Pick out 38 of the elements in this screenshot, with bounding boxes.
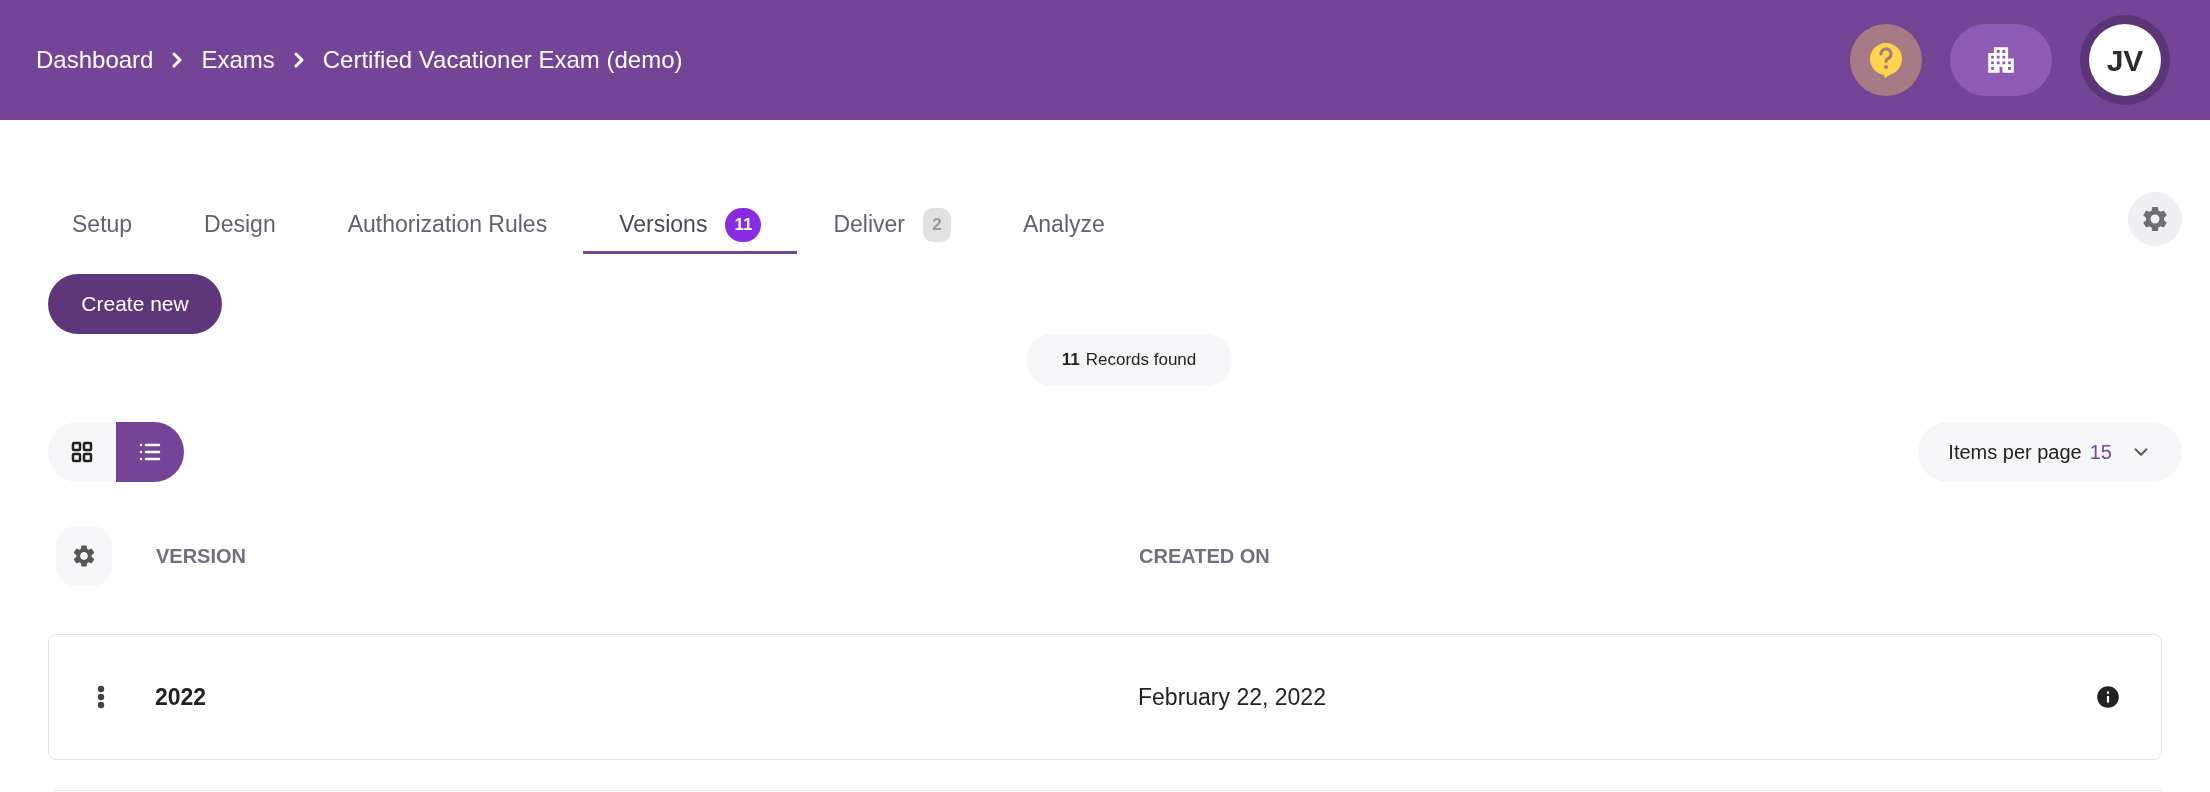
column-header: CREATED ON xyxy=(1139,544,1270,569)
column-header: VERSION xyxy=(156,544,248,569)
grid-icon xyxy=(70,440,94,464)
settings-icon xyxy=(2140,204,2170,234)
tab[interactable]: Deliver 2 xyxy=(797,198,987,254)
list-view-button[interactable] xyxy=(116,422,184,482)
tab[interactable]: Analyze xyxy=(986,198,1141,254)
tab-label: Authorization Rules xyxy=(347,210,548,240)
info-icon[interactable] xyxy=(2095,684,2121,710)
tab-label: Setup xyxy=(72,210,133,240)
items-per-page-dropdown[interactable]: Items per page 15 xyxy=(1918,422,2182,482)
version-cell-text: 2022 xyxy=(155,682,208,712)
grid-view-button[interactable] xyxy=(48,422,116,482)
more-options-icon[interactable] xyxy=(97,685,105,709)
records-label: Records found xyxy=(1085,349,1197,372)
breadcrumb-link[interactable]: Exams xyxy=(201,42,275,78)
create-new-button[interactable]: Create new xyxy=(48,274,222,334)
user-avatar[interactable]: JV xyxy=(2089,24,2161,96)
items-per-page-label: Items per page xyxy=(1948,440,2082,465)
tab-label: Deliver xyxy=(833,210,905,240)
table-row[interactable]: 2022 February 22, 2022 xyxy=(48,634,2162,760)
tab-label: Versions xyxy=(619,210,708,240)
settings-icon xyxy=(71,543,97,569)
items-per-page-value: 15 xyxy=(2089,440,2112,465)
tab[interactable]: Design xyxy=(168,198,312,254)
tab[interactable]: Authorization Rules xyxy=(311,198,584,254)
column-settings-button[interactable] xyxy=(56,526,112,586)
tab[interactable]: Setup xyxy=(36,198,169,254)
count-badge: 11 xyxy=(725,207,762,242)
tab-label: Design xyxy=(204,210,276,240)
breadcrumb-link[interactable]: Dashboard xyxy=(36,42,154,78)
count-badge: 2 xyxy=(922,207,951,242)
created-on-cell-text: February 22, 2022 xyxy=(1138,682,1327,712)
tab[interactable]: Versions 11 xyxy=(583,198,798,254)
records-count: 11 xyxy=(1061,349,1080,372)
breadcrumb-link[interactable]: Certified Vacationer Exam (demo) xyxy=(322,42,683,78)
tab-label: Analyze xyxy=(1022,210,1105,240)
help-bubble-icon xyxy=(1869,42,1903,78)
